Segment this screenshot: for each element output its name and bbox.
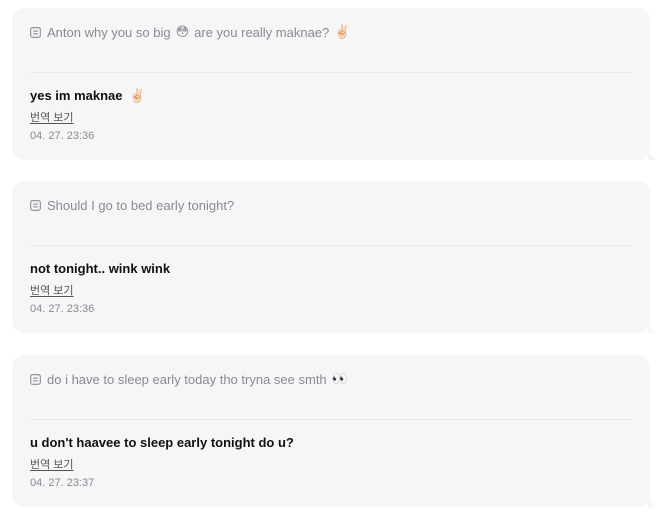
answer-text: u don't haavee to sleep early tonight do… [30,435,294,450]
answer-label: yes im maknae [30,88,123,103]
message-card: Should I go to bed early tonight? not to… [12,181,656,333]
victory-hand-emoji: ✌🏻 [129,89,146,104]
divider [30,419,632,420]
divider [30,72,632,73]
timestamp: 04. 27. 23:37 [30,477,95,489]
answer-text: yes im maknae ✌🏻 [30,88,145,104]
question-text: do i have to sleep early today tho tryna… [47,372,327,387]
timestamp: 04. 27. 23:36 [30,303,95,315]
eyes-emoji: 👀 [331,372,348,387]
question-text-continued: are you really maknae? [194,25,330,40]
question-icon [30,374,41,385]
timestamp: 04. 27. 23:36 [30,130,95,142]
victory-hand-emoji: ✌🏻 [334,25,351,40]
question-icon [30,200,41,211]
flushed-emoji: 😳 [175,25,190,40]
question-text: Anton why you so big [47,25,171,40]
question-row: Anton why you so big 😳 are you really ma… [30,25,350,40]
question-text: Should I go to bed early tonight? [47,198,235,213]
question-row: do i have to sleep early today tho tryna… [30,372,348,387]
message-card: do i have to sleep early today tho tryna… [12,355,656,507]
answer-text: not tonight.. wink wink [30,261,171,276]
message-card: Anton why you so big 😳 are you really ma… [12,8,656,160]
question-icon [30,27,41,38]
view-translation-link[interactable]: 번역 보기 [30,456,74,472]
question-row: Should I go to bed early tonight? [30,198,234,213]
view-translation-link[interactable]: 번역 보기 [30,109,74,125]
view-translation-link[interactable]: 번역 보기 [30,282,74,298]
divider [30,245,632,246]
